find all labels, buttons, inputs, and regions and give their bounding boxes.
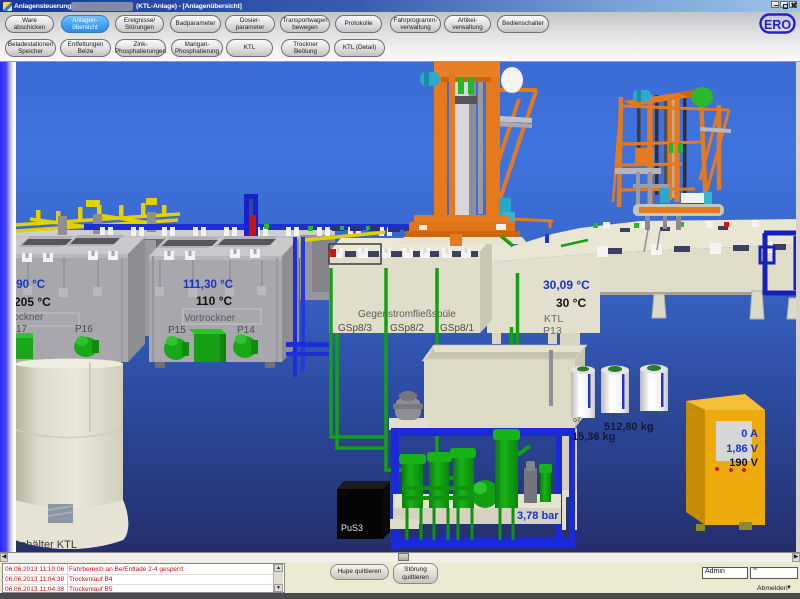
svg-text:0 A: 0 A [741,428,758,440]
svg-text:110 °C: 110 °C [196,294,232,308]
svg-text:15,36 kg: 15,36 kg [572,431,615,443]
svg-text:Do6: Do6 [608,414,621,421]
svg-text:P13: P13 [543,325,562,337]
svg-text:Vortrockner: Vortrockner [184,313,236,324]
svg-text:30,09 °C: 30,09 °C [543,278,590,292]
svg-text:behälter KTL: behälter KTL [14,539,77,551]
svg-text:ERO: ERO [764,18,791,32]
svg-text:205 °C: 205 °C [14,295,51,309]
svg-text:3,78 bar: 3,78 bar [517,510,559,522]
svg-text:GSp8/2: GSp8/2 [390,323,424,334]
svg-text:P15: P15 [168,325,186,336]
svg-text:Gegenstromfließspüle: Gegenstromfließspüle [358,309,456,320]
svg-text:,90 °C: ,90 °C [13,279,45,291]
svg-text:P16: P16 [75,324,93,335]
svg-text:GSp8/1: GSp8/1 [440,323,474,334]
svg-text:190 V: 190 V [729,457,758,469]
svg-text:30 °C: 30 °C [556,296,586,310]
svg-text:1,86 V: 1,86 V [726,443,758,455]
svg-text:111,30 °C: 111,30 °C [183,279,233,291]
svg-text:PuS3: PuS3 [341,523,363,533]
svg-text:GSp8/3: GSp8/3 [338,323,372,334]
svg-text:o7: o7 [573,417,581,424]
svg-text:Do8: Do8 [647,413,660,420]
svg-text:KTL: KTL [544,313,563,325]
